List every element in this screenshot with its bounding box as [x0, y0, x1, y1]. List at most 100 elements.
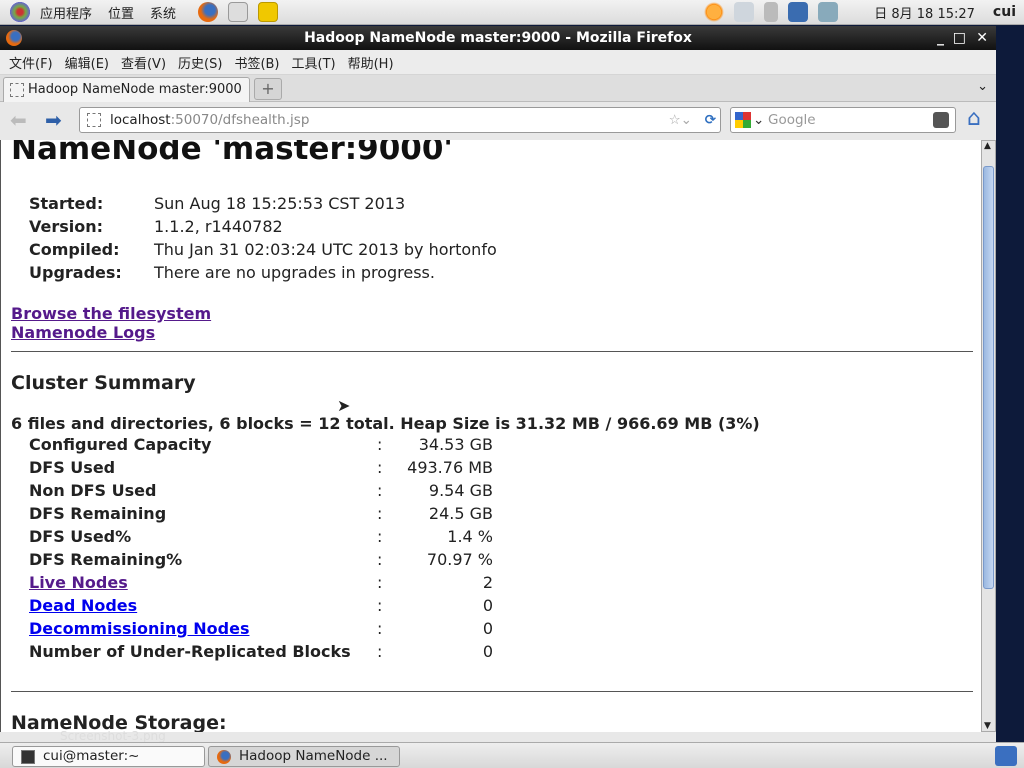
notes-launcher-icon[interactable]: [258, 2, 279, 22]
taskbar-terminal[interactable]: cui@master:~: [12, 746, 205, 767]
summary-row: DFS Used%: 1.4 %: [29, 527, 499, 550]
summary-row: DFS Used: 493.76 MB: [29, 458, 499, 481]
url-host: localhost: [110, 112, 171, 128]
menu-edit[interactable]: 编辑(E): [65, 53, 109, 72]
firefox-icon: [217, 750, 231, 764]
menu-history[interactable]: 历史(S): [178, 53, 222, 72]
summary-link[interactable]: Live Nodes: [29, 573, 128, 592]
workspace-switcher-icon[interactable]: [995, 746, 1017, 766]
info-value: Thu Jan 31 02:03:24 UTC 2013 by hortonfo: [154, 240, 497, 259]
colon: :: [377, 642, 383, 661]
taskbar-firefox[interactable]: Hadoop NameNode ...: [208, 746, 400, 767]
colon: :: [377, 504, 383, 523]
menu-applications[interactable]: 应用程序: [40, 3, 92, 22]
browse-filesystem-link[interactable]: Browse the filesystem: [11, 304, 211, 323]
title-bar[interactable]: Hadoop NameNode master:9000 - Mozilla Fi…: [0, 26, 996, 50]
tab-hadoop-namenode[interactable]: Hadoop NameNode master:9000: [3, 77, 250, 102]
tab-label: Hadoop NameNode master:9000: [28, 82, 242, 97]
info-value: 1.1.2, r1440782: [154, 217, 283, 236]
info-value: Sun Aug 18 15:25:53 CST 2013: [154, 194, 406, 213]
vertical-scrollbar[interactable]: ▲ ▼: [981, 140, 996, 732]
info-label: Upgrades:: [29, 263, 122, 282]
scroll-up-icon[interactable]: ▲: [984, 141, 991, 151]
summary-link[interactable]: Dead Nodes: [29, 596, 137, 615]
maximize-icon[interactable]: □: [953, 26, 966, 50]
colon: :: [377, 573, 383, 592]
minimize-icon[interactable]: _: [937, 26, 944, 50]
forward-icon[interactable]: ➡: [45, 110, 62, 130]
page-content: NameNode 'master:9000' Started: Sun Aug 1…: [0, 140, 981, 732]
back-icon[interactable]: ⬅: [10, 110, 27, 130]
menu-help[interactable]: 帮助(H): [348, 53, 394, 72]
menu-places[interactable]: 位置: [108, 3, 134, 22]
colon: :: [377, 619, 383, 638]
summary-value: 0: [482, 642, 493, 661]
summary-link[interactable]: Decommissioning Nodes: [29, 619, 249, 638]
menu-system[interactable]: 系统: [150, 3, 176, 22]
summary-value: 24.5 GB: [428, 504, 493, 523]
info-label: Started:: [29, 194, 104, 213]
summary-label: Non DFS Used: [29, 481, 157, 500]
summary-label: DFS Used: [29, 458, 116, 477]
summary-row: Configured Capacity: 34.53 GB: [29, 435, 499, 458]
new-tab-button[interactable]: +: [254, 78, 282, 100]
binoculars-icon[interactable]: [933, 112, 949, 128]
cluster-summary-line: 6 files and directories, 6 blocks = 12 t…: [11, 414, 760, 433]
home-icon[interactable]: ⌂: [967, 108, 981, 130]
colon: :: [377, 550, 383, 569]
menu-file[interactable]: 文件(F): [9, 53, 53, 72]
summary-label: DFS Used%: [29, 527, 132, 546]
menu-bookmarks[interactable]: 书签(B): [234, 53, 279, 72]
divider: [11, 351, 973, 352]
taskbar-label: cui@master:~: [43, 748, 140, 764]
volume-icon[interactable]: [764, 2, 779, 22]
namenode-logs-link[interactable]: Namenode Logs: [11, 323, 155, 342]
terminal-icon: [21, 750, 35, 764]
bottom-panel: cui@master:~ Hadoop NameNode ...: [0, 742, 1024, 768]
summary-row: Dead Nodes: 0: [29, 596, 499, 619]
summary-row: DFS Remaining%: 70.97 %: [29, 550, 499, 573]
summary-label: Number of Under-Replicated Blocks: [29, 642, 351, 661]
firefox-launcher-icon[interactable]: [198, 2, 219, 22]
tab-bar: Hadoop NameNode master:9000 + ⌄: [0, 75, 996, 102]
summary-label: DFS Remaining%: [29, 550, 183, 569]
google-engine-icon[interactable]: [735, 112, 751, 128]
tab-list-chevron-icon[interactable]: ⌄: [977, 79, 988, 94]
keyboard-icon[interactable]: [734, 2, 755, 22]
summary-value: 2: [482, 573, 493, 592]
summary-value: 70.97 %: [426, 550, 493, 569]
page-title: NameNode 'master:9000': [11, 140, 453, 167]
clock[interactable]: 日 8月 18 15:27: [874, 3, 975, 22]
summary-row: Number of Under-Replicated Blocks: 0: [29, 642, 499, 665]
search-input[interactable]: ⌄ Google: [730, 107, 956, 133]
summary-value: 9.54 GB: [428, 481, 493, 500]
desktop-file-label[interactable]: Screenshot-3.png: [60, 731, 166, 742]
navigation-bar: ⬅ ➡ localhost:50070/dfshealth.jsp ☆⌄ ⟳ ⌄…: [0, 102, 996, 140]
engine-chevron-icon[interactable]: ⌄: [753, 108, 764, 132]
menu-tools[interactable]: 工具(T): [292, 53, 336, 72]
reload-icon[interactable]: ⟳: [705, 108, 716, 132]
summary-row: DFS Remaining: 24.5 GB: [29, 504, 499, 527]
menu-view[interactable]: 查看(V): [121, 53, 166, 72]
menu-bar: 文件(F) 编辑(E) 查看(V) 历史(S) 书签(B) 工具(T) 帮助(H…: [0, 50, 996, 75]
info-label: Compiled:: [29, 240, 120, 259]
scrollbar-thumb[interactable]: [983, 166, 994, 589]
user-name[interactable]: cui: [993, 4, 1016, 20]
applications-icon[interactable]: [10, 2, 30, 22]
mail-launcher-icon[interactable]: [228, 2, 249, 22]
divider: [11, 691, 973, 692]
network-icon[interactable]: [788, 2, 809, 22]
colon: :: [377, 481, 383, 500]
cluster-summary-heading: Cluster Summary: [11, 372, 196, 394]
url-path: :50070/dfshealth.jsp: [170, 112, 310, 128]
summary-value: 34.53 GB: [418, 435, 493, 454]
summary-label: DFS Remaining: [29, 504, 167, 523]
update-icon[interactable]: [704, 2, 725, 22]
colon: :: [377, 596, 383, 615]
site-identity-icon[interactable]: [87, 113, 101, 127]
bookmark-star-icon[interactable]: ☆⌄: [669, 108, 692, 132]
scroll-down-icon[interactable]: ▼: [984, 721, 991, 731]
close-icon[interactable]: ✕: [976, 26, 988, 50]
url-bar[interactable]: localhost:50070/dfshealth.jsp ☆⌄ ⟳: [79, 107, 721, 133]
battery-icon[interactable]: [818, 2, 839, 22]
